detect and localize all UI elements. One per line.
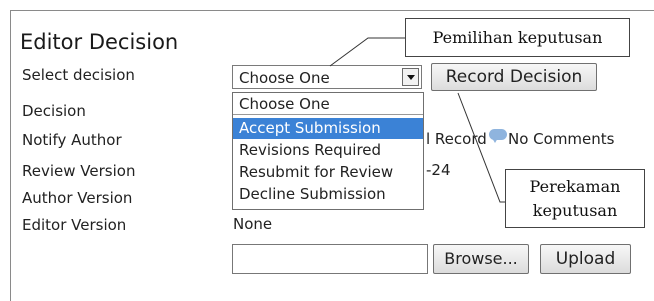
callout-decision-selection: Pemilihan keputusan — [405, 18, 630, 57]
callout-decision-recording: Perekaman keputusan — [505, 169, 645, 228]
callout-recording-line2: keputusan — [532, 201, 618, 220]
callout-line-recording — [457, 92, 505, 203]
callout-recording-line1: Perekaman — [529, 177, 621, 196]
callout-line-selection — [329, 37, 405, 67]
